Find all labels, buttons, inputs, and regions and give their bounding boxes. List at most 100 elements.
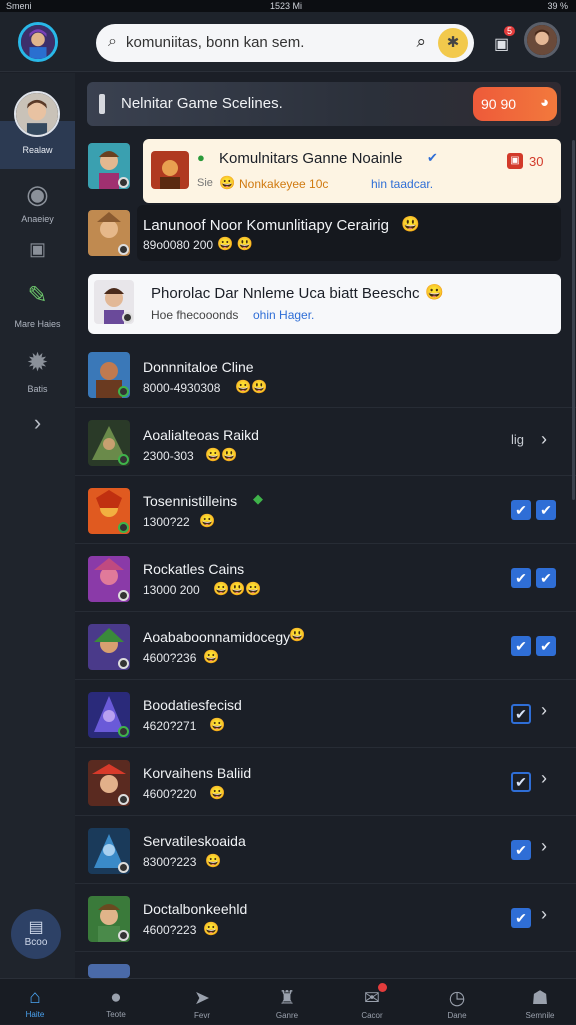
game-thumbnail: [88, 624, 130, 670]
checkbox[interactable]: ✔: [511, 840, 531, 860]
nav-semnile[interactable]: ☗ Semnile: [508, 979, 572, 1025]
list-item[interactable]: Aoababoonnamidocegy 😃 4600?236 😀 ✔ ✔: [75, 612, 576, 680]
checkbox[interactable]: ✔: [536, 568, 556, 588]
game-thumbnail: [88, 896, 130, 942]
profile-icon: ☗: [531, 988, 549, 1009]
row-title: Aoababoonnamidocegy: [143, 629, 291, 645]
row-sub: 4620?271: [143, 719, 197, 733]
nav-label: Teote: [106, 1010, 126, 1019]
row-sub: 4600?220: [143, 787, 197, 801]
list-item-partial[interactable]: [75, 952, 576, 978]
nav-cacor[interactable]: ✉ Cacor: [340, 979, 404, 1025]
checkbox[interactable]: ✔: [511, 636, 531, 656]
profile-avatar[interactable]: [524, 22, 560, 58]
nav-label: Ganre: [275, 1011, 299, 1020]
emoji-icon: 😀: [199, 513, 216, 528]
row-sub-gray: Hoe fhecooonds: [151, 308, 239, 322]
platform-dot-icon: [118, 658, 129, 669]
nav-label: Haite: [25, 1010, 45, 1019]
bolt-icon[interactable]: ✱: [438, 28, 468, 58]
chat-icon: ✉: [364, 988, 380, 1009]
banner-button[interactable]: 90 90 ◕: [473, 87, 557, 121]
platform-dot-icon: [118, 930, 129, 941]
nav-label: Cacor: [361, 1011, 383, 1020]
checkbox[interactable]: ✔: [511, 704, 531, 724]
row-title: Donnnitaloe Cline: [143, 359, 254, 375]
emoji-icon: 😀: [209, 785, 226, 800]
game-thumbnail: [88, 420, 130, 466]
chevron-right-icon[interactable]: ›: [541, 768, 547, 789]
card-art-icon: [151, 151, 189, 189]
card-title: Komulnitars Ganne Noainle: [219, 150, 403, 167]
checkbox[interactable]: ✔: [511, 568, 531, 588]
sidebar-bottom-button[interactable]: ▤ Bcoo: [11, 909, 61, 959]
game-art-icon: [88, 964, 130, 978]
row-sub: 1300?22: [143, 515, 190, 529]
chevron-right-icon[interactable]: ›: [541, 836, 547, 857]
clock-icon: ◷: [448, 988, 466, 1009]
game-thumbnail: [88, 964, 130, 978]
list-item[interactable]: Donnnitaloe Cline 8000-4930308 😀😃: [75, 340, 576, 408]
checkbox[interactable]: ✔: [511, 772, 531, 792]
emoji-icon: 😀😃: [205, 447, 238, 462]
nav-ganre[interactable]: ♜ Ganre: [255, 979, 319, 1025]
list-item[interactable]: Tosennistilleins ◆ 1300?22 😀 ✔ ✔: [75, 476, 576, 544]
app-header: ⌕ komuniitas, bonn kan sem. ⌕ ✱ ▣ 5: [0, 12, 576, 72]
chevron-right-icon[interactable]: ›: [0, 410, 75, 436]
chevron-right-icon[interactable]: ›: [541, 429, 547, 450]
game-thumbnail: [88, 488, 130, 534]
sidebar-profile-avatar[interactable]: [14, 91, 60, 137]
notification-badge: 5: [504, 26, 516, 36]
clock-label: 1523 Mi: [270, 1, 303, 11]
nav-dane[interactable]: ◷ Dane: [425, 979, 489, 1025]
list-item[interactable]: Servatileskoaida 8300?223 😀 ✔ ›: [75, 816, 576, 884]
home-icon: ⌂: [29, 987, 41, 1008]
scrollbar[interactable]: [572, 140, 575, 500]
nav-teote[interactable]: ● Teote: [84, 979, 148, 1025]
user-avatar[interactable]: [18, 22, 58, 62]
row-title: Korvaihens Baliid: [143, 765, 252, 781]
white-card[interactable]: [88, 274, 561, 334]
bag-icon[interactable]: ▣: [0, 239, 75, 260]
game-banner[interactable]: Nelnitar Game Scelines. 90 90 ◕: [87, 82, 561, 126]
list-item[interactable]: Aoalialteoas Raikd 2300-303 😀😃 lig ›: [75, 408, 576, 476]
row-title: Servatileskoaida: [143, 833, 246, 849]
list-item[interactable]: Rockatles Cains 13000 200 😀😃😀 ✔ ✔: [75, 544, 576, 612]
sidebar-bottom-label: Bcoo: [24, 937, 48, 948]
chevron-right-icon[interactable]: ›: [541, 700, 547, 721]
row-sub: 13000 200: [143, 583, 200, 597]
sidebar-face-icon: [16, 93, 58, 135]
row-title: Aoalialteoas Raikd: [143, 427, 259, 443]
card-tag-icon: ▣: [507, 153, 523, 169]
nav-fevr[interactable]: ➤ Fevr: [170, 979, 234, 1025]
search-input[interactable]: komuniitas, bonn kan sem.: [126, 34, 304, 51]
pen-icon[interactable]: ✎: [0, 281, 75, 310]
banner-title: Nelnitar Game Scelines.: [121, 95, 283, 112]
checkbox[interactable]: ✔: [511, 500, 531, 520]
row-sub: 8300?223: [143, 855, 197, 869]
banner-mark-icon: [99, 94, 105, 114]
emoji-icon: 😀 😃: [217, 236, 253, 251]
list-item[interactable]: ● Komulnitars Ganne Noainle ✔ Sie 😀 Nonk…: [75, 134, 576, 204]
profile-face-icon: [527, 25, 557, 55]
checkbox[interactable]: ✔: [511, 908, 531, 928]
chevron-right-icon[interactable]: ›: [541, 904, 547, 925]
game-thumbnail: [88, 556, 130, 602]
list-item[interactable]: Boodatiesfecisd 4620?271 😀 ✔ ›: [75, 680, 576, 748]
list-item[interactable]: Phorolac Dar Nnleme Uca biatt Beeschc 😀 …: [75, 270, 576, 338]
gear-icon[interactable]: ✹: [0, 347, 75, 378]
target-icon[interactable]: ◉: [0, 179, 75, 210]
checkbox[interactable]: ✔: [536, 636, 556, 656]
card-badge: 30: [529, 154, 544, 169]
highlight-card[interactable]: ● Komulnitars Ganne Noainle ✔ Sie 😀 Nonk…: [143, 139, 561, 203]
list-item[interactable]: Korvaihens Baliid 4600?220 😀 ✔ ›: [75, 748, 576, 816]
list-item[interactable]: Doctalbonkeehld 4600?223 😀 ✔ ›: [75, 884, 576, 952]
verified-icon: ✔: [427, 150, 438, 165]
search-bar[interactable]: ⌕ komuniitas, bonn kan sem. ⌕ ✱: [96, 24, 474, 62]
gift-icon[interactable]: ▣: [494, 34, 509, 54]
magnifier-icon[interactable]: ⌕: [416, 32, 426, 52]
game-thumbnail: [94, 280, 134, 324]
list-item[interactable]: Lanunoof Noor Komunlitiapy Cerairig 😃 89…: [75, 205, 576, 263]
checkbox[interactable]: ✔: [536, 500, 556, 520]
nav-home[interactable]: ⌂ Haite: [3, 979, 67, 1025]
